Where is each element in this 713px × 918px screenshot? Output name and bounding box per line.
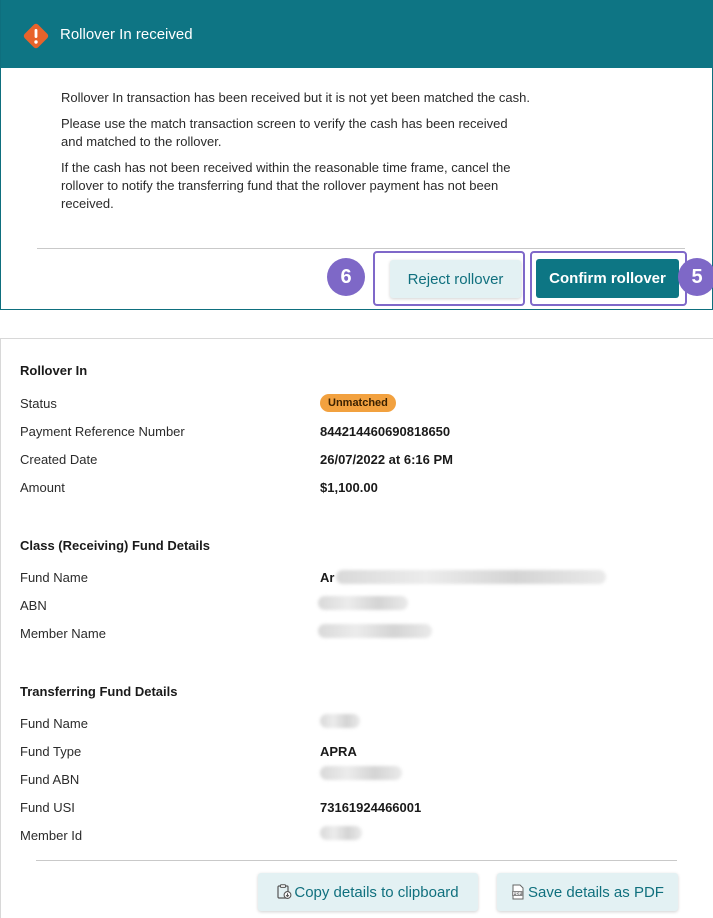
receiving-member-name-label: Member Name [20,626,106,641]
payment-reference-label: Payment Reference Number [20,424,185,439]
alert-divider [37,248,685,249]
alert-message-line: Please use the match transaction screen … [61,116,508,149]
created-date-value: 26/07/2022 at 6:16 PM [320,452,453,467]
alert-message: Rollover In transaction has been receive… [61,89,531,221]
save-pdf-button[interactable]: PDF Save details as PDF [497,873,678,911]
bottom-divider [36,860,677,861]
alert-message-line: Rollover In transaction has been receive… [61,90,530,105]
warning-diamond-icon [23,23,49,49]
transferring-fund-title: Transferring Fund Details [20,684,178,699]
receiving-fund-name-label: Fund Name [20,570,88,585]
payment-reference-value: 844214460690818650 [320,424,451,439]
member-id-label: Member Id [20,828,83,843]
pdf-icon: PDF [512,884,524,900]
receiving-abn-label: ABN [20,598,47,613]
fund-type-value: APRA [320,744,357,759]
rollover-alert-card: Rollover In received Rollover In transac… [0,0,713,310]
fund-abn-label: Fund ABN [20,772,80,787]
reject-rollover-button[interactable]: Reject rollover [390,260,521,298]
clipboard-icon [277,884,292,899]
copy-details-button[interactable]: Copy details to clipboard [258,873,478,911]
redacted-fund-name [336,570,606,584]
created-date-label: Created Date [20,452,98,467]
status-badge: Unmatched [320,394,396,412]
amount-label: Amount [20,480,65,495]
receiving-fund-name-value: Ar [320,570,335,585]
redacted-member-id [320,826,362,840]
transferring-fund-name-label: Fund Name [20,716,88,731]
alert-message-line: If the cash has not been received within… [61,160,511,211]
redacted-transferring-fund-name [320,714,360,728]
amount-value: $1,100.00 [320,480,378,495]
status-label: Status [20,396,57,411]
save-pdf-label: Save details as PDF [528,883,664,901]
receiving-fund-title: Class (Receiving) Fund Details [20,538,210,553]
step-6-badge: 6 [327,258,365,296]
copy-details-label: Copy details to clipboard [294,883,459,901]
confirm-rollover-button[interactable]: Confirm rollover [536,259,679,298]
svg-text:PDF: PDF [513,891,522,896]
fund-usi-value: 73161924466001 [320,800,422,815]
step-5-badge: 5 [678,258,713,296]
redacted-member-name [318,624,432,638]
rollover-in-title: Rollover In [20,363,88,378]
alert-title: Rollover In received [60,26,193,43]
fund-type-label: Fund Type [20,744,82,759]
alert-header: Rollover In received [1,0,713,68]
redacted-abn [318,596,408,610]
redacted-fund-abn [320,766,402,780]
fund-usi-label: Fund USI [20,800,75,815]
